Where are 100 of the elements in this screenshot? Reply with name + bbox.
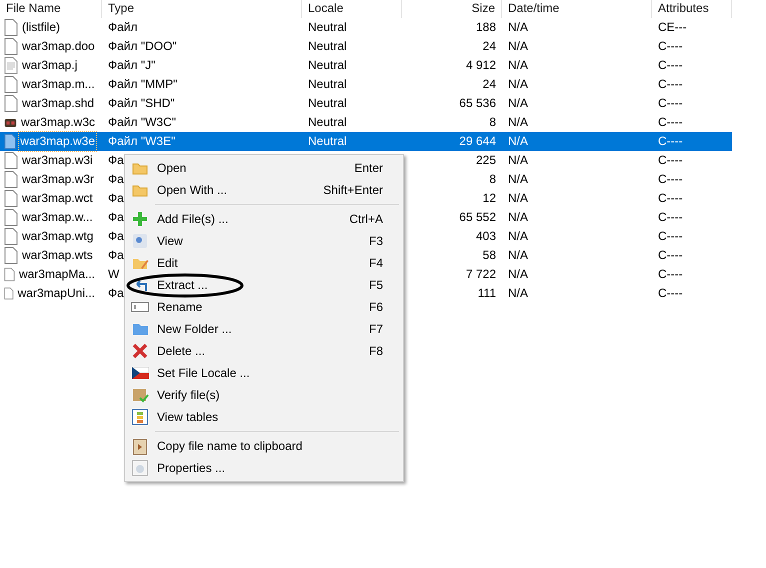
date-cell: N/A — [508, 286, 528, 300]
size-cell: 188 — [476, 20, 496, 34]
attributes-cell: CE--- — [658, 20, 687, 34]
locale-cell: Neutral — [308, 115, 347, 129]
menu-item[interactable]: Edit F4 — [125, 252, 403, 274]
type-cell: Фа — [108, 191, 124, 205]
locale-cell: Neutral — [308, 77, 347, 91]
attributes-cell: C---- — [658, 210, 683, 224]
type-cell: W — [108, 267, 120, 281]
size-cell: 8 — [489, 115, 496, 129]
locale-cell: Neutral — [308, 39, 347, 53]
file-icon — [4, 285, 14, 302]
column-header[interactable]: File Name — [0, 0, 102, 18]
type-cell: Фа — [108, 153, 124, 167]
file-icon — [4, 171, 18, 188]
size-cell: 403 — [476, 229, 496, 243]
size-cell: 65 552 — [459, 210, 496, 224]
size-cell: 65 536 — [459, 96, 496, 110]
attributes-cell: C---- — [658, 153, 683, 167]
file-name-cell[interactable]: war3map.wts — [0, 246, 102, 265]
menu-item[interactable]: Rename F6 — [125, 296, 403, 318]
file-name-cell[interactable]: war3map.m... — [0, 75, 102, 94]
locale-cell: Neutral — [308, 96, 347, 110]
attributes-cell: C---- — [658, 172, 683, 186]
attributes-cell: C---- — [658, 134, 683, 148]
column-header[interactable]: Attributes — [652, 0, 732, 18]
column-header[interactable]: Locale — [302, 0, 402, 18]
file-icon — [4, 19, 18, 36]
size-cell: 29 644 — [459, 134, 496, 148]
menu-item[interactable]: New Folder ... F7 — [125, 318, 403, 340]
file-name-cell[interactable]: war3map.w3i — [0, 151, 102, 170]
menu-item[interactable]: View tables — [125, 406, 403, 428]
menu-item[interactable]: View F3 — [125, 230, 403, 252]
column-header[interactable]: Date/time — [502, 0, 652, 18]
date-cell: N/A — [508, 77, 528, 91]
file-icon — [4, 266, 15, 283]
file-name-cell[interactable]: war3mapMa... — [0, 265, 102, 284]
date-cell: N/A — [508, 20, 528, 34]
file-name-cell[interactable]: war3map.w... — [0, 208, 102, 227]
locale-cell: Neutral — [308, 134, 347, 148]
type-cell: Файл "DOO" — [108, 39, 177, 53]
attributes-cell: C---- — [658, 191, 683, 205]
date-cell: N/A — [508, 267, 528, 281]
attributes-cell: C---- — [658, 77, 683, 91]
column-header[interactable]: Type — [102, 0, 302, 18]
attributes-cell: C---- — [658, 248, 683, 262]
file-name-cell[interactable]: war3map.wct — [0, 189, 102, 208]
menu-item[interactable]: Delete ... F8 — [125, 340, 403, 362]
file-icon — [4, 76, 18, 93]
date-cell: N/A — [508, 134, 528, 148]
type-cell: Файл — [108, 20, 138, 34]
date-cell: N/A — [508, 115, 528, 129]
type-cell: Файл "SHD" — [108, 96, 175, 110]
file-name-cell[interactable]: war3map.j — [0, 56, 102, 75]
type-cell: Фа — [108, 229, 124, 243]
date-cell: N/A — [508, 153, 528, 167]
menu-item[interactable]: Verify file(s) — [125, 384, 403, 406]
file-name-cell[interactable]: war3map.w3r — [0, 170, 102, 189]
date-cell: N/A — [508, 191, 528, 205]
attributes-cell: C---- — [658, 39, 683, 53]
locale-cell: Neutral — [308, 20, 347, 34]
date-cell: N/A — [508, 229, 528, 243]
file-name-cell[interactable]: war3map.w3e — [0, 132, 102, 151]
type-cell: Фа — [108, 172, 124, 186]
size-cell: 8 — [489, 172, 496, 186]
file-name-cell[interactable]: war3map.wtg — [0, 227, 102, 246]
date-cell: N/A — [508, 39, 528, 53]
file-name-cell[interactable]: war3mapUni... — [0, 284, 102, 303]
locale-cell: Neutral — [308, 58, 347, 72]
attributes-cell: C---- — [658, 267, 683, 281]
menu-item[interactable]: Extract ... F5 — [125, 274, 403, 296]
size-cell: 4 912 — [466, 58, 496, 72]
menu-item[interactable]: Copy file name to clipboard — [125, 435, 403, 457]
size-cell: 58 — [482, 248, 496, 262]
rename-icon — [131, 302, 149, 312]
file-name-cell[interactable]: war3map.doo — [0, 37, 102, 56]
type-cell: Файл "J" — [108, 58, 156, 72]
menu-item[interactable]: Set File Locale ... — [125, 362, 403, 384]
file-icon — [4, 95, 18, 112]
file-icon — [4, 38, 18, 55]
properties-icon — [132, 460, 148, 476]
menu-item[interactable]: Open Enter — [125, 157, 403, 179]
size-cell: 12 — [482, 191, 496, 205]
file-name-cell[interactable]: (listfile) — [0, 18, 102, 37]
menu-item[interactable]: Open With ... Shift+Enter — [125, 179, 403, 201]
folder-icon — [132, 322, 148, 336]
attributes-cell: C---- — [658, 115, 683, 129]
type-cell: Фа — [108, 248, 124, 262]
date-cell: N/A — [508, 172, 528, 186]
file-icon — [4, 133, 16, 150]
size-cell: 111 — [478, 286, 496, 300]
column-header[interactable]: Size — [402, 0, 502, 18]
attributes-cell: C---- — [658, 96, 683, 110]
attributes-cell: C---- — [658, 229, 683, 243]
file-name-cell[interactable]: war3map.w3c — [0, 113, 102, 132]
cross-icon — [132, 343, 148, 359]
type-cell: Фа — [108, 286, 124, 300]
menu-item[interactable]: Add File(s) ... Ctrl+A — [125, 208, 403, 230]
menu-item[interactable]: Properties ... — [125, 457, 403, 479]
file-name-cell[interactable]: war3map.shd — [0, 94, 102, 113]
